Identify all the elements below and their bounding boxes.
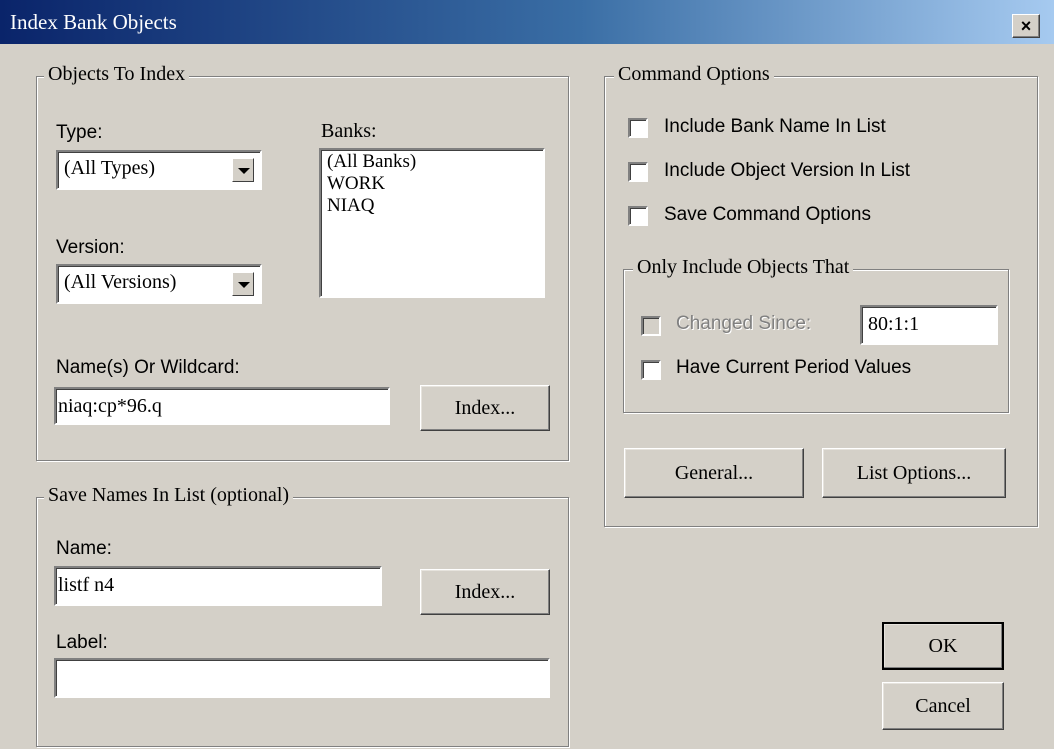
- chevron-down-icon: [238, 282, 250, 288]
- list-options-button[interactable]: List Options...: [822, 448, 1006, 498]
- banks-label: Banks:: [321, 120, 377, 142]
- type-label: Type:: [56, 122, 103, 143]
- chevron-down-icon: [238, 168, 250, 174]
- changed-since-checkbox[interactable]: [641, 316, 661, 336]
- window-title: Index Bank Objects: [10, 10, 177, 34]
- save-names-group: [36, 497, 569, 747]
- objects-index-button[interactable]: Index...: [420, 385, 550, 431]
- general-button[interactable]: General...: [624, 448, 804, 498]
- version-combobox-value: (All Versions): [64, 271, 177, 293]
- objects-to-index-legend: Objects To Index: [44, 63, 190, 86]
- type-combobox[interactable]: (All Types): [56, 150, 262, 190]
- include-bank-name-label[interactable]: Include Bank Name In List: [664, 116, 886, 138]
- changed-since-label: Changed Since:: [676, 313, 812, 334]
- version-combobox[interactable]: (All Versions): [56, 264, 262, 304]
- banks-listbox[interactable]: (All Banks) WORK NIAQ: [319, 148, 545, 298]
- changed-since-value: 80:1:1: [868, 313, 920, 335]
- command-options-legend: Command Options: [614, 63, 774, 86]
- only-include-legend: Only Include Objects That: [633, 256, 854, 279]
- list-name-input[interactable]: listf n4: [54, 566, 382, 606]
- list-name-label: Name:: [56, 538, 112, 559]
- name-wildcard-label: Name(s) Or Wildcard:: [56, 357, 240, 378]
- list-item[interactable]: (All Banks): [327, 151, 416, 172]
- save-command-options-checkbox[interactable]: [628, 206, 648, 226]
- include-object-version-checkbox[interactable]: [628, 162, 648, 182]
- list-label-label: Label:: [56, 632, 108, 653]
- have-current-period-label[interactable]: Have Current Period Values: [676, 357, 911, 379]
- include-object-version-label[interactable]: Include Object Version In List: [664, 160, 910, 182]
- save-command-options-label[interactable]: Save Command Options: [664, 204, 871, 226]
- list-name-value: listf n4: [58, 574, 115, 596]
- save-names-legend: Save Names In List (optional): [44, 484, 294, 507]
- list-item[interactable]: NIAQ: [327, 195, 375, 216]
- version-label: Version:: [56, 237, 125, 258]
- list-label-input[interactable]: [54, 658, 550, 698]
- include-bank-name-checkbox[interactable]: [628, 118, 648, 138]
- name-wildcard-value: niaq:cp*96.q: [58, 395, 162, 417]
- changed-since-input[interactable]: 80:1:1: [860, 305, 998, 345]
- name-wildcard-input[interactable]: niaq:cp*96.q: [54, 387, 390, 425]
- type-dropdown-button[interactable]: [232, 158, 254, 182]
- save-index-button[interactable]: Index...: [420, 569, 550, 615]
- have-current-period-checkbox[interactable]: [641, 360, 661, 380]
- ok-button[interactable]: OK: [882, 622, 1004, 670]
- version-dropdown-button[interactable]: [232, 272, 254, 296]
- close-button[interactable]: ×: [1012, 14, 1040, 38]
- type-combobox-value: (All Types): [64, 157, 155, 179]
- cancel-button[interactable]: Cancel: [882, 682, 1004, 730]
- list-item[interactable]: WORK: [327, 173, 385, 194]
- title-bar[interactable]: Index Bank Objects ×: [0, 0, 1054, 44]
